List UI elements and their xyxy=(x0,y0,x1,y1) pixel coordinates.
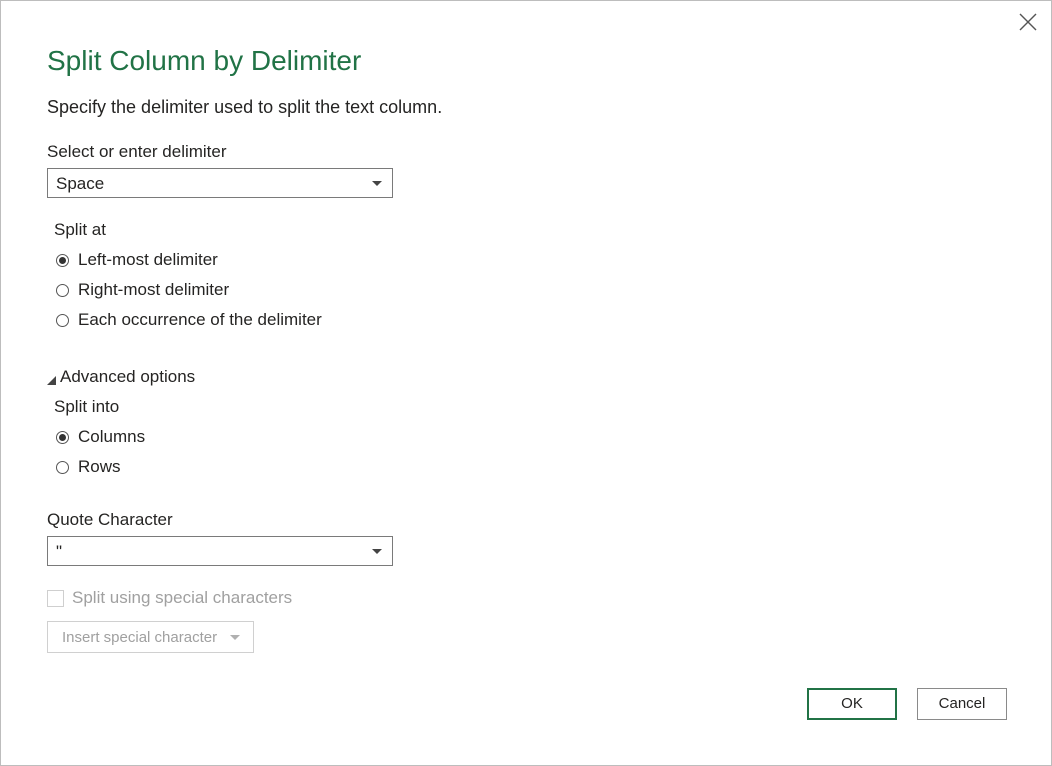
insert-special-character-label: Insert special character xyxy=(62,629,217,646)
chevron-down-icon xyxy=(372,549,382,554)
radio-label: Columns xyxy=(78,427,145,447)
special-characters-label: Split using special characters xyxy=(72,588,292,608)
radio-button[interactable] xyxy=(56,284,69,297)
dialog-title: Split Column by Delimiter xyxy=(47,45,361,77)
split-at-label: Split at xyxy=(54,220,106,240)
quote-character-select-value: " xyxy=(56,542,62,562)
insert-special-character-button: Insert special character xyxy=(47,621,254,653)
radio-button[interactable] xyxy=(56,461,69,474)
radio-label: Left-most delimiter xyxy=(78,250,218,270)
radio-button-checked[interactable] xyxy=(56,254,69,267)
cancel-button[interactable]: Cancel xyxy=(917,688,1007,720)
delimiter-label: Select or enter delimiter xyxy=(47,142,227,162)
dialog-subtitle: Specify the delimiter used to split the … xyxy=(47,97,442,118)
radio-label: Rows xyxy=(78,457,121,477)
radio-label: Right-most delimiter xyxy=(78,280,229,300)
advanced-options-label: Advanced options xyxy=(60,367,195,387)
special-characters-checkbox xyxy=(47,590,64,607)
quote-character-label: Quote Character xyxy=(47,510,173,530)
quote-character-select[interactable]: " xyxy=(47,536,393,566)
expanded-triangle-icon xyxy=(47,376,56,385)
chevron-down-icon xyxy=(372,181,382,186)
split-into-label: Split into xyxy=(54,397,119,417)
radio-label: Each occurrence of the delimiter xyxy=(78,310,322,330)
split-column-dialog: Split Column by Delimiter Specify the de… xyxy=(0,0,1052,766)
radio-button[interactable] xyxy=(56,314,69,327)
close-button[interactable] xyxy=(1015,9,1041,35)
ok-button[interactable]: OK xyxy=(807,688,897,720)
radio-button-checked[interactable] xyxy=(56,431,69,444)
delimiter-select[interactable]: Space xyxy=(47,168,393,198)
chevron-down-icon xyxy=(230,635,240,640)
close-icon xyxy=(1015,9,1041,35)
delimiter-select-value: Space xyxy=(56,174,104,194)
